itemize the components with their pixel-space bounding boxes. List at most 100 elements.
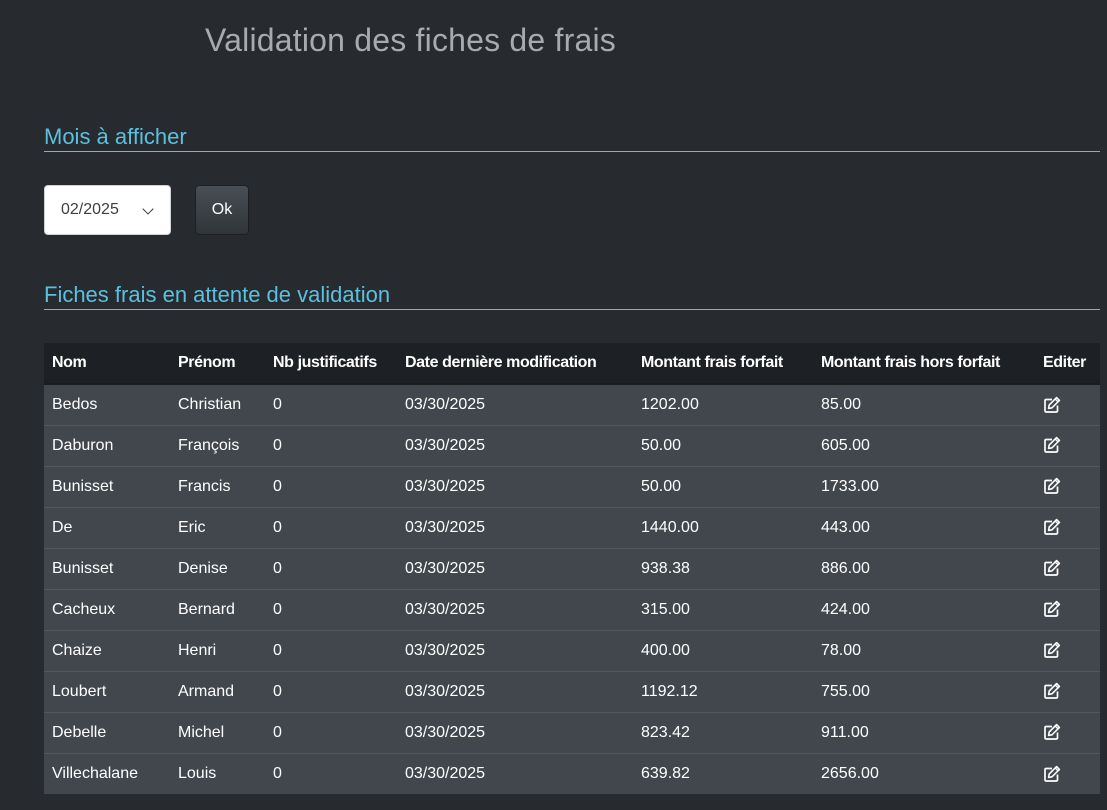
- cell-montant-forfait: 1202.00: [633, 383, 813, 425]
- cell-edit: [1035, 547, 1100, 589]
- cell-nb-justificatifs: 0: [265, 506, 397, 548]
- edit-icon[interactable]: [1043, 559, 1061, 577]
- cell-nb-justificatifs: 0: [265, 711, 397, 753]
- cell-montant-hors-forfait: 85.00: [813, 383, 1035, 425]
- table-row: Debelle Michel 0 03/30/2025 823.42 911.00: [44, 711, 1100, 753]
- table-row: Daburon François 0 03/30/2025 50.00 605.00: [44, 424, 1100, 466]
- chevron-down-icon: [142, 203, 154, 215]
- cell-montant-forfait: 50.00: [633, 424, 813, 466]
- table-row: Cacheux Bernard 0 03/30/2025 315.00 424.00: [44, 588, 1100, 630]
- table-row: Bunisset Francis 0 03/30/2025 50.00 1733.00: [44, 465, 1100, 507]
- edit-icon[interactable]: [1043, 682, 1061, 700]
- table-row: Chaize Henri 0 03/30/2025 400.00 78.00: [44, 629, 1100, 671]
- column-header-nb-justificatifs[interactable]: Nb justificatifs: [265, 343, 397, 385]
- edit-icon[interactable]: [1043, 641, 1061, 659]
- cell-nb-justificatifs: 0: [265, 670, 397, 712]
- cell-nom: Villechalane: [44, 752, 170, 794]
- cell-montant-forfait: 400.00: [633, 629, 813, 671]
- cell-prenom: Denise: [170, 547, 265, 589]
- cell-prenom: François: [170, 424, 265, 466]
- cell-montant-hors-forfait: 2656.00: [813, 752, 1035, 794]
- cell-montant-hors-forfait: 443.00: [813, 506, 1035, 548]
- cell-date: 03/30/2025: [397, 629, 633, 671]
- cell-nb-justificatifs: 0: [265, 547, 397, 589]
- edit-icon[interactable]: [1043, 396, 1061, 414]
- cell-nb-justificatifs: 0: [265, 629, 397, 671]
- edit-icon[interactable]: [1043, 600, 1061, 618]
- column-header-date[interactable]: Date dernière modification: [397, 343, 633, 385]
- column-header-editer: Editer: [1035, 343, 1100, 385]
- table-body: Bedos Christian 0 03/30/2025 1202.00 85.00 Dab…: [44, 383, 1100, 794]
- cell-montant-forfait: 639.82: [633, 752, 813, 794]
- table-row: Loubert Armand 0 03/30/2025 1192.12 755.00: [44, 670, 1100, 712]
- cell-date: 03/30/2025: [397, 670, 633, 712]
- cell-nom: Chaize: [44, 629, 170, 671]
- cell-date: 03/30/2025: [397, 506, 633, 548]
- column-header-prenom[interactable]: Prénom: [170, 343, 265, 385]
- cell-prenom: Henri: [170, 629, 265, 671]
- cell-montant-forfait: 823.42: [633, 711, 813, 753]
- cell-nom: Loubert: [44, 670, 170, 712]
- cell-edit: [1035, 588, 1100, 630]
- table-header-row: Nom Prénom Nb justificatifs Date dernièr…: [44, 343, 1100, 385]
- pending-section-heading: Fiches frais en attente de validation: [44, 282, 1100, 310]
- cell-nb-justificatifs: 0: [265, 588, 397, 630]
- cell-nom: Daburon: [44, 424, 170, 466]
- table-row: Villechalane Louis 0 03/30/2025 639.82 2656.0…: [44, 752, 1100, 794]
- ok-button[interactable]: Ok: [195, 185, 249, 235]
- cell-nom: De: [44, 506, 170, 548]
- table-row: Bunisset Denise 0 03/30/2025 938.38 886.00: [44, 547, 1100, 589]
- cell-nb-justificatifs: 0: [265, 465, 397, 507]
- table-row: De Eric 0 03/30/2025 1440.00 443.00: [44, 506, 1100, 548]
- cell-nb-justificatifs: 0: [265, 383, 397, 425]
- cell-montant-hors-forfait: 886.00: [813, 547, 1035, 589]
- month-section-heading: Mois à afficher: [44, 124, 1100, 152]
- cell-edit: [1035, 752, 1100, 794]
- cell-edit: [1035, 465, 1100, 507]
- edit-icon[interactable]: [1043, 518, 1061, 536]
- cell-montant-forfait: 315.00: [633, 588, 813, 630]
- cell-nb-justificatifs: 0: [265, 752, 397, 794]
- page-title: Validation des fiches de frais: [205, 22, 616, 58]
- cell-montant-hors-forfait: 755.00: [813, 670, 1035, 712]
- cell-nom: Bunisset: [44, 465, 170, 507]
- cell-prenom: Christian: [170, 383, 265, 425]
- edit-icon[interactable]: [1043, 723, 1061, 741]
- table-row: Bedos Christian 0 03/30/2025 1202.00 85.00: [44, 383, 1100, 425]
- month-select[interactable]: 02/2025: [44, 185, 171, 235]
- cell-prenom: Bernard: [170, 588, 265, 630]
- cell-prenom: Francis: [170, 465, 265, 507]
- cell-prenom: Michel: [170, 711, 265, 753]
- cell-date: 03/30/2025: [397, 752, 633, 794]
- column-header-montant-forfait[interactable]: Montant frais forfait: [633, 343, 813, 385]
- cell-prenom: Armand: [170, 670, 265, 712]
- cell-nom: Cacheux: [44, 588, 170, 630]
- cell-nom: Bedos: [44, 383, 170, 425]
- cell-montant-forfait: 1192.12: [633, 670, 813, 712]
- cell-montant-forfait: 1440.00: [633, 506, 813, 548]
- cell-edit: [1035, 670, 1100, 712]
- cell-edit: [1035, 424, 1100, 466]
- cell-montant-forfait: 50.00: [633, 465, 813, 507]
- edit-icon[interactable]: [1043, 765, 1061, 783]
- cell-date: 03/30/2025: [397, 588, 633, 630]
- edit-icon[interactable]: [1043, 436, 1061, 454]
- cell-montant-hors-forfait: 605.00: [813, 424, 1035, 466]
- cell-montant-hors-forfait: 424.00: [813, 588, 1035, 630]
- cell-date: 03/30/2025: [397, 424, 633, 466]
- column-header-nom[interactable]: Nom: [44, 343, 170, 385]
- cell-montant-hors-forfait: 1733.00: [813, 465, 1035, 507]
- cell-date: 03/30/2025: [397, 547, 633, 589]
- pending-table-container: Nom Prénom Nb justificatifs Date dernièr…: [44, 343, 1100, 794]
- edit-icon[interactable]: [1043, 477, 1061, 495]
- cell-edit: [1035, 629, 1100, 671]
- cell-date: 03/30/2025: [397, 465, 633, 507]
- cell-nom: Bunisset: [44, 547, 170, 589]
- month-select-value: 02/2025: [61, 201, 119, 218]
- column-header-montant-hors-forfait[interactable]: Montant frais hors forfait: [813, 343, 1035, 385]
- pending-table: Nom Prénom Nb justificatifs Date dernièr…: [44, 343, 1100, 794]
- cell-prenom: Louis: [170, 752, 265, 794]
- cell-edit: [1035, 383, 1100, 425]
- cell-montant-hors-forfait: 911.00: [813, 711, 1035, 753]
- cell-prenom: Eric: [170, 506, 265, 548]
